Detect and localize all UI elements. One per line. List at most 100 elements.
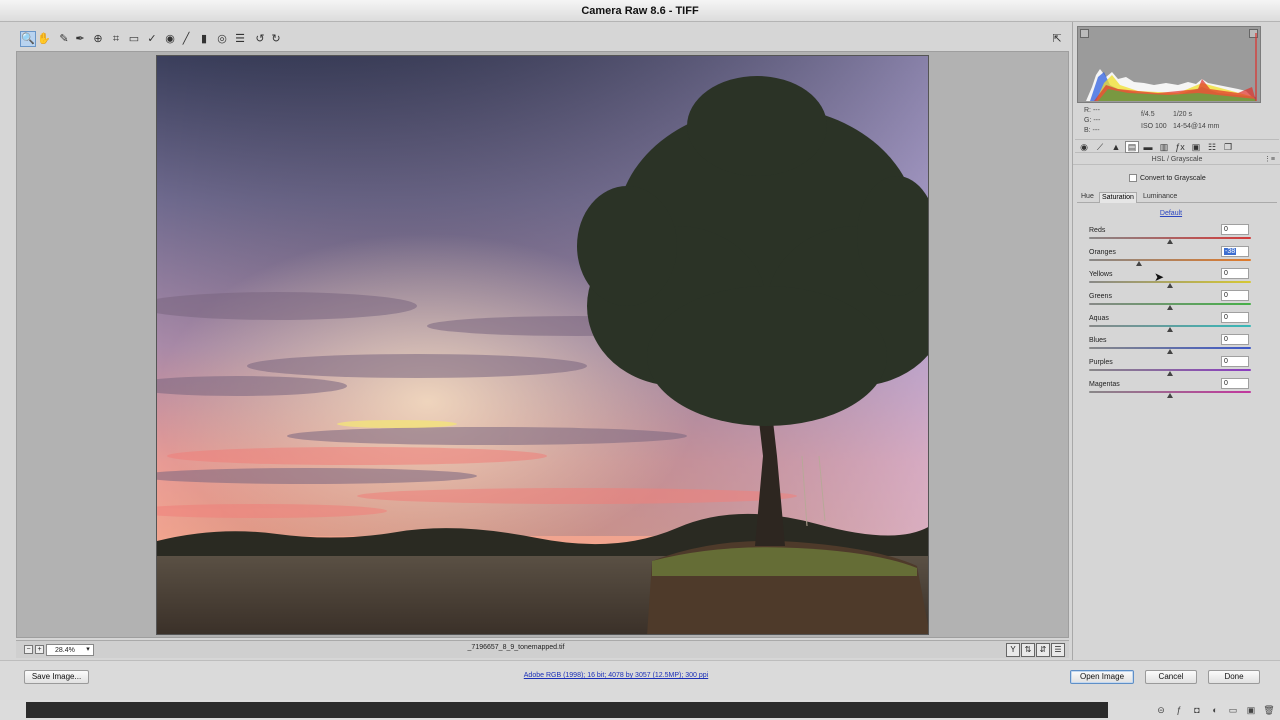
panel-title: HSL / Grayscale ⋮≡: [1073, 155, 1280, 165]
photo-preview: [156, 55, 929, 635]
link-icon[interactable]: ⊝: [1154, 704, 1168, 716]
slider-aquas: Aquas 0: [1089, 312, 1253, 335]
slider-value-text: 0: [1224, 336, 1228, 343]
aperture-value: f/4.5: [1141, 111, 1155, 118]
rotate-left-tool-icon[interactable]: ↺: [252, 31, 268, 47]
split-toning-panel-icon[interactable]: ▬: [1141, 141, 1155, 153]
targeted-adjustment-tool-icon[interactable]: ⊕: [90, 31, 106, 47]
red-readout: R: ---: [1084, 107, 1100, 114]
default-link[interactable]: Default: [1073, 210, 1269, 217]
done-button[interactable]: Done: [1208, 670, 1260, 684]
slider-value-field[interactable]: 0: [1221, 334, 1249, 345]
zoom-tool-icon[interactable]: 🔍: [20, 31, 36, 47]
straighten-tool-icon[interactable]: ▭: [126, 31, 142, 47]
slider-value-field[interactable]: 0: [1221, 312, 1249, 323]
presets-panel-icon[interactable]: ☷: [1205, 141, 1219, 153]
crop-tool-icon[interactable]: ⌗: [108, 31, 124, 47]
slider-label: Yellows: [1089, 271, 1113, 278]
color-sampler-tool-icon[interactable]: ✒: [72, 31, 88, 47]
slider-label: Oranges: [1089, 249, 1116, 256]
detail-panel-icon[interactable]: ▲: [1109, 141, 1123, 153]
slider-thumb[interactable]: [1167, 305, 1173, 310]
slider-value-field[interactable]: 0: [1221, 224, 1249, 235]
snapshots-panel-icon[interactable]: ❐: [1221, 141, 1235, 153]
slider-yellows: Yellows 0: [1089, 268, 1253, 291]
slider-value-field[interactable]: 0: [1221, 268, 1249, 279]
slider-purples: Purples 0: [1089, 356, 1253, 379]
slider-reds: Reds 0: [1089, 224, 1253, 247]
copy-settings-icon[interactable]: ⇵: [1036, 643, 1050, 657]
preview-canvas[interactable]: [16, 51, 1069, 638]
convert-grayscale-label: Convert to Grayscale: [1140, 175, 1206, 182]
rotate-right-tool-icon[interactable]: ↻: [268, 31, 284, 47]
new-layer-icon[interactable]: ▣: [1244, 704, 1258, 716]
lens-panel-icon[interactable]: ▥: [1157, 141, 1171, 153]
slider-label: Reds: [1089, 227, 1106, 234]
lens-value: 14-54@14 mm: [1172, 123, 1220, 130]
slider-label: Blues: [1089, 337, 1107, 344]
spot-removal-tool-icon[interactable]: ✓: [144, 31, 160, 47]
slider-thumb[interactable]: [1167, 283, 1173, 288]
swap-settings-icon[interactable]: ⇅: [1021, 643, 1035, 657]
cancel-button[interactable]: Cancel: [1145, 670, 1197, 684]
slider-value-text: -38: [1224, 248, 1237, 255]
effects-panel-icon[interactable]: ƒx: [1173, 141, 1187, 153]
taskbar: ⊝ ƒ ◘ ◐ ▭ ▣ 🗑: [0, 700, 1280, 720]
open-image-button[interactable]: Open Image: [1070, 670, 1134, 684]
right-panel: R: --- G: --- B: --- f/4.5 1/20 s ISO 10…: [1072, 22, 1280, 660]
hand-tool-icon[interactable]: ✋: [36, 31, 52, 47]
slider-thumb[interactable]: [1167, 327, 1173, 332]
hsl-panel-icon[interactable]: ▤: [1125, 141, 1139, 153]
slider-oranges: Oranges -38: [1089, 246, 1253, 269]
slider-thumb[interactable]: [1167, 349, 1173, 354]
slider-thumb[interactable]: [1136, 261, 1143, 266]
view-toggles: Y ⇅ ⇵ ☰: [1005, 643, 1065, 657]
basic-panel-icon[interactable]: ◉: [1077, 141, 1091, 153]
graduated-filter-tool-icon[interactable]: ▮: [196, 31, 212, 47]
convert-grayscale-row[interactable]: Convert to Grayscale: [1129, 174, 1206, 183]
info-readout: R: --- G: --- B: --- f/4.5 1/20 s ISO 10…: [1081, 106, 1261, 136]
tab-luminance[interactable]: Luminance: [1141, 192, 1179, 203]
tab-hue[interactable]: Hue: [1079, 192, 1096, 203]
preferences-tool-icon[interactable]: ☰: [232, 31, 248, 47]
radial-filter-tool-icon[interactable]: ◎: [214, 31, 230, 47]
iso-value: ISO 100: [1141, 123, 1167, 130]
slider-thumb[interactable]: [1167, 393, 1173, 398]
workflow-options-link[interactable]: Adobe RGB (1998); 16 bit; 4078 by 3057 (…: [0, 672, 1232, 679]
slider-value-field[interactable]: 0: [1221, 378, 1249, 389]
folder-icon[interactable]: ▭: [1226, 704, 1240, 716]
adjustment-icon[interactable]: ◐: [1208, 704, 1222, 716]
tone-curve-panel-icon[interactable]: ⟋: [1093, 141, 1107, 153]
slider-magentas: Magentas 0: [1089, 378, 1253, 401]
slider-value-field[interactable]: -38: [1221, 246, 1249, 257]
slider-label: Aquas: [1089, 315, 1109, 322]
red-eye-tool-icon[interactable]: ◉: [162, 31, 178, 47]
slider-label: Greens: [1089, 293, 1112, 300]
white-balance-tool-icon[interactable]: ✎: [56, 31, 72, 47]
slider-value-text: 0: [1224, 292, 1228, 299]
slider-value-text: 0: [1224, 358, 1228, 365]
slider-value-text: 0: [1224, 270, 1228, 277]
panel-menu-icon[interactable]: ⋮≡: [1264, 155, 1275, 165]
tab-saturation[interactable]: Saturation: [1099, 192, 1137, 203]
toggle-settings-icon[interactable]: ☰: [1051, 643, 1065, 657]
convert-grayscale-checkbox[interactable]: [1129, 174, 1137, 183]
slider-value-text: 0: [1224, 226, 1228, 233]
slider-thumb[interactable]: [1167, 371, 1173, 376]
slider-track[interactable]: [1089, 259, 1251, 261]
fullscreen-toggle-icon[interactable]: ⇱: [1049, 31, 1065, 47]
mask-icon[interactable]: ◘: [1190, 704, 1204, 716]
slider-value-field[interactable]: 0: [1221, 290, 1249, 301]
fx-icon[interactable]: ƒ: [1172, 704, 1186, 716]
adjustment-brush-tool-icon[interactable]: ╱: [178, 31, 194, 47]
trash-icon[interactable]: 🗑: [1262, 704, 1276, 716]
slider-thumb[interactable]: [1167, 239, 1173, 244]
slider-label: Purples: [1089, 359, 1113, 366]
panel-title-text: HSL / Grayscale: [1151, 156, 1203, 163]
bottom-bar: Save Image... Adobe RGB (1998); 16 bit; …: [0, 660, 1280, 700]
slider-blues: Blues 0: [1089, 334, 1253, 357]
before-after-icon[interactable]: Y: [1006, 643, 1020, 657]
slider-value-field[interactable]: 0: [1221, 356, 1249, 367]
slider-value-text: 0: [1224, 380, 1228, 387]
camera-calibration-panel-icon[interactable]: ▣: [1189, 141, 1203, 153]
